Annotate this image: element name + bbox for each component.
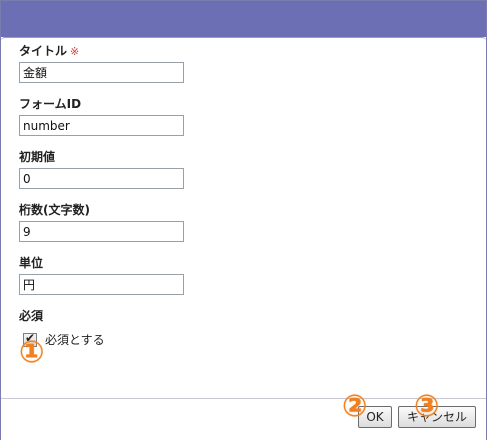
unit-label: 単位 [19, 256, 44, 270]
required-label: 必須 [19, 309, 44, 323]
title-label: タイトル ※ [19, 44, 79, 59]
dialog-window: タイトル※ フォームID 初期値 桁数(文字数) 単位 必須 ✔ 必須とする O… [0, 0, 487, 440]
form-id-label: フォームID [19, 97, 82, 111]
required-mark: ※ [70, 45, 80, 58]
form-id-input[interactable] [19, 115, 184, 136]
annotation-marker-3: ③ [414, 389, 440, 424]
annotation-marker-2: ② [342, 389, 368, 424]
digits-label: 桁数(文字数) [19, 203, 90, 217]
initial-value-input[interactable] [19, 168, 184, 189]
initial-value-label: 初期値 [19, 150, 56, 164]
title-input[interactable] [19, 62, 184, 83]
digits-input[interactable] [19, 221, 184, 242]
title-label-text: タイトル [19, 44, 68, 58]
dialog-titlebar[interactable] [1, 1, 486, 37]
unit-input[interactable] [19, 274, 184, 295]
required-checkbox-label[interactable]: 必須とする [45, 331, 105, 348]
annotation-marker-1: ① [19, 335, 45, 370]
